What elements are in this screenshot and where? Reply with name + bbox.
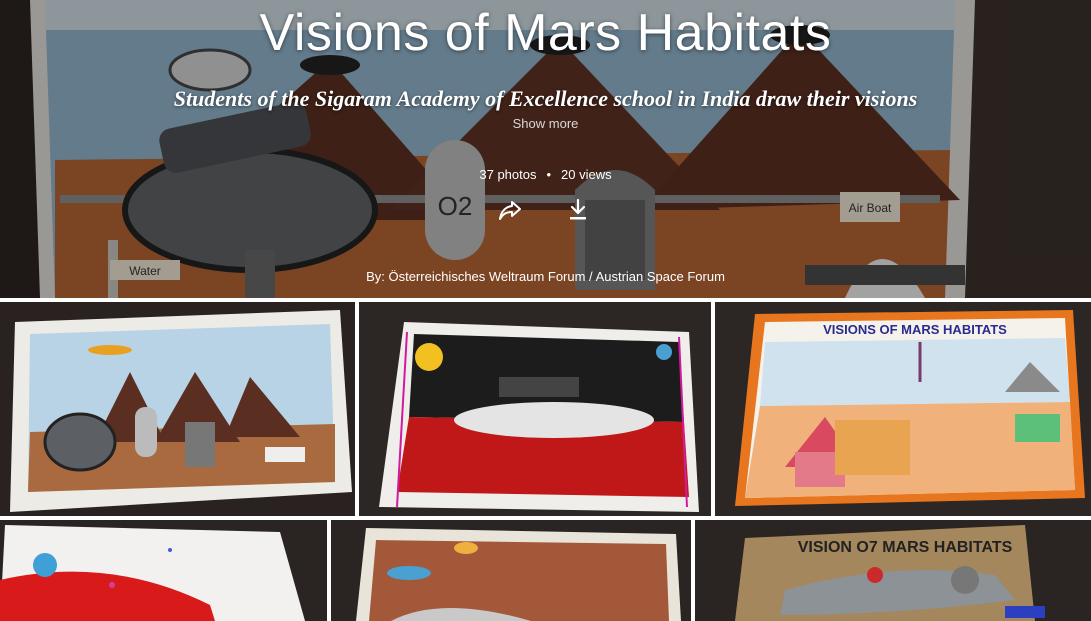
album-cover: O2 Air Boat Water Visions of Mars Habita… [0,0,1091,298]
show-more-link[interactable]: Show more [0,116,1091,131]
photo-thumbnail[interactable]: VISION O7 MARS HABITATS [695,520,1091,621]
svg-text:VISION O7 MARS HABITATS: VISION O7 MARS HABITATS [798,539,1013,556]
photo-drawing: VISION O7 MARS HABITATS [695,520,1091,621]
photos-count: 37 photos [479,167,537,182]
photo-drawing: VISIONS OF MARS HABITATS [715,302,1091,516]
album-description: Students of the Sigaram Academy of Excel… [173,86,918,111]
album-byline[interactable]: By: Österreichisches Weltraum Forum / Au… [0,269,1091,284]
photo-drawing [331,520,691,621]
photo-drawing [359,302,711,516]
stats-separator: • [546,167,552,182]
photo-thumbnail[interactable] [359,302,711,516]
album-title: Visions of Mars Habitats [259,4,832,62]
photo-drawing [0,520,327,621]
photo-thumbnail[interactable] [0,302,355,516]
download-icon [570,198,586,220]
photo-thumbnail[interactable] [0,520,327,621]
svg-text:VISIONS OF MARS HABITATS: VISIONS OF MARS HABITATS [823,322,1007,337]
share-icon [499,201,521,220]
album-stats: 37 photos • 20 views [0,167,1091,182]
photo-drawing [0,302,355,516]
views-count: 20 views [561,167,612,182]
download-button[interactable] [565,197,591,223]
photo-thumbnail[interactable]: VISIONS OF MARS HABITATS [715,302,1091,516]
share-button[interactable] [497,197,523,223]
photo-thumbnail[interactable] [331,520,691,621]
